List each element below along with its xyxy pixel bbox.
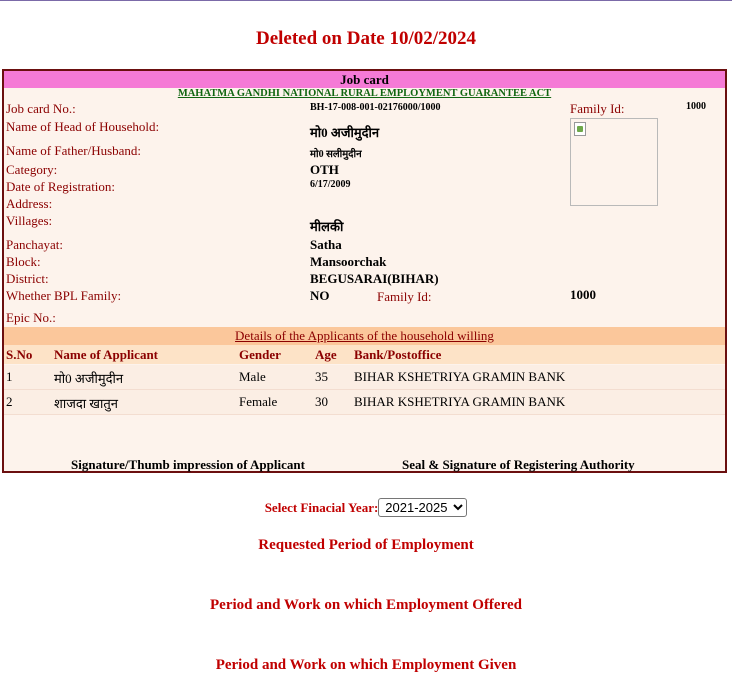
value-block: Mansoorchak (310, 254, 387, 269)
top-border-line (0, 0, 732, 1)
label-date-of-registration: Date of Registration: (6, 179, 116, 194)
financial-year-label: Select Finacial Year: (264, 500, 379, 515)
value-date-of-registration: 6/17/2009 (310, 179, 351, 190)
label-district: District: (6, 271, 49, 286)
label-bpl-family: Whether BPL Family: (6, 288, 122, 303)
cell-age: 35 (315, 369, 328, 384)
applicants-table-header: S.No Name of Applicant Gender Age Bank/P… (4, 345, 725, 364)
value-family-id-2: 1000 (570, 287, 596, 302)
label-address: Address: (6, 196, 53, 211)
broken-image-icon (574, 122, 586, 136)
label-block: Block: (6, 254, 41, 269)
job-card-title: Job card (4, 71, 725, 88)
label-family-id: Family Id: (570, 101, 625, 116)
act-title: MAHATMA GANDHI NATIONAL RURAL EMPLOYMENT… (177, 88, 552, 99)
cell-gender: Female (239, 394, 278, 409)
job-card: Job card MAHATMA GANDHI NATIONAL RURAL E… (2, 69, 727, 473)
cell-bank: BIHAR KSHETRIYA GRAMIN BANK (354, 394, 566, 409)
deleted-notice: Deleted on Date 10/02/2024 (255, 28, 477, 49)
value-panchayat: Satha (310, 237, 342, 252)
signature-authority: Seal & Signature of Registering Authorit… (402, 457, 635, 472)
value-bpl-family: NO (310, 288, 330, 303)
employment-given-heading: Period and Work on which Employment Give… (215, 657, 517, 673)
value-jobcard-no: BH-17-008-001-02176000/1000 (310, 102, 441, 113)
label-father-husband: Name of Father/Husband: (6, 143, 142, 158)
cell-sno: 1 (6, 369, 13, 384)
col-bank: Bank/Postoffice (354, 347, 442, 362)
table-row: 2 शाजदा खातुन Female 30 BIHAR KSHETRIYA … (4, 390, 725, 415)
label-jobcard-no: Job card No.: (6, 101, 76, 116)
cell-gender: Male (239, 369, 266, 384)
label-panchayat: Panchayat: (6, 237, 64, 252)
col-sno: S.No (6, 347, 33, 362)
col-gender: Gender (239, 347, 281, 362)
col-age: Age (315, 347, 337, 362)
table-row: 1 मो0 अजीमुदीन Male 35 BIHAR KSHETRIYA G… (4, 365, 725, 390)
value-district: BEGUSARAI(BIHAR) (310, 271, 439, 286)
employment-offered-heading: Period and Work on which Employment Offe… (210, 597, 522, 613)
label-category: Category: (6, 162, 58, 177)
value-head-of-household: मो0 अजीमुदीन (310, 125, 380, 140)
col-name: Name of Applicant (54, 347, 158, 362)
financial-year-selector: Select Finacial Year: 2021-2025 (0, 497, 732, 517)
financial-year-select[interactable]: 2021-2025 (378, 498, 468, 517)
applicant-photo (570, 118, 658, 206)
signature-applicant: Signature/Thumb impression of Applicant (71, 457, 305, 472)
label-epic-no: Epic No.: (6, 310, 56, 325)
cell-bank: BIHAR KSHETRIYA GRAMIN BANK (354, 369, 566, 384)
label-head-of-household: Name of Head of Household: (6, 119, 160, 134)
cell-name: मो0 अजीमुदीन (54, 371, 124, 386)
label-villages: Villages: (6, 213, 53, 228)
label-family-id-2: Family Id: (377, 289, 432, 304)
cell-name: शाजदा खातुन (54, 396, 118, 411)
requested-period-heading: Requested Period of Employment (258, 537, 474, 553)
value-family-id: 1000 (686, 101, 706, 112)
applicants-details-title: Details of the Applicants of the househo… (4, 327, 725, 345)
cell-sno: 2 (6, 394, 13, 409)
value-category: OTH (310, 162, 339, 177)
value-villages: मीलकी (310, 219, 344, 234)
cell-age: 30 (315, 394, 328, 409)
value-father-husband: मो0 सलीमुदीन (310, 149, 362, 160)
